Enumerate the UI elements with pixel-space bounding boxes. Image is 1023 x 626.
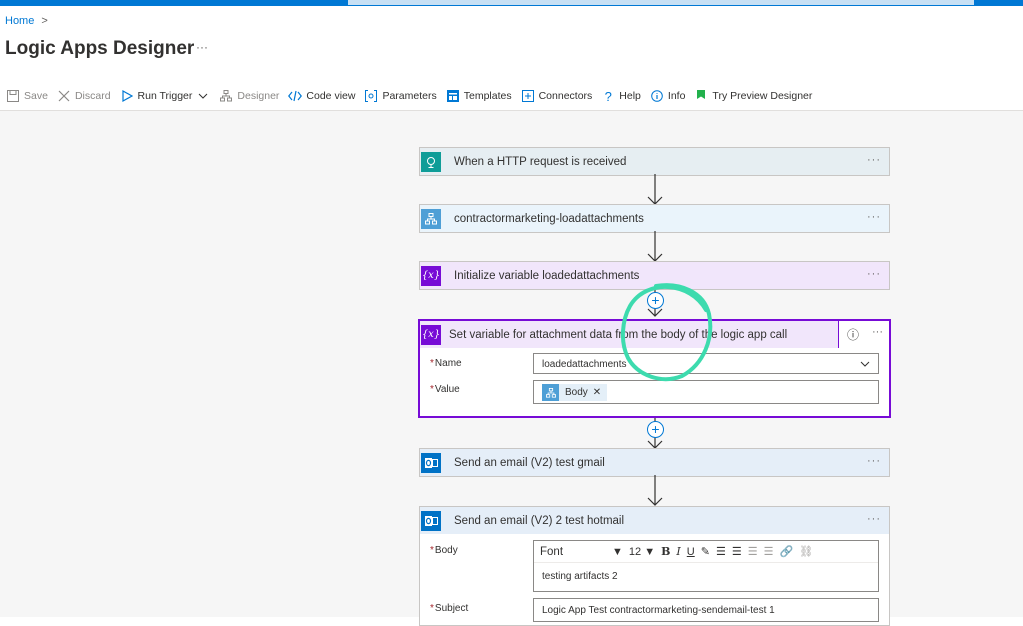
body-editor[interactable]: Font ▼ 12 ▼ B I U ✎ ☰ ☰ ☰ ☰ 🔗 ⛓ testing … [533,540,879,592]
connector-arrow [647,174,663,205]
discard-icon [57,89,71,103]
unlink-icon[interactable]: ⛓ [799,545,813,558]
discard-label: Discard [74,90,111,102]
name-field-label: *Name [430,358,462,369]
bullet-list-icon[interactable]: ☰ [716,545,726,558]
step-workflow[interactable]: contractormarketing-loadattachments ··· [419,204,890,233]
parameters-label: Parameters [382,90,437,102]
step-more-button[interactable]: ··· [872,326,883,338]
breadcrumb-separator: > [41,15,48,27]
help-button[interactable]: ? Help [601,88,641,104]
parameters-button[interactable]: Parameters [364,89,437,103]
save-icon [6,89,20,103]
more-options-button[interactable]: ··· [196,40,208,54]
step-more-button[interactable]: ··· [867,513,881,525]
underline-icon[interactable]: U [687,546,695,558]
workflow-icon [542,384,559,401]
bold-icon[interactable]: B [661,545,670,558]
connectors-label: Connectors [538,90,593,102]
variable-icon: {x} [421,265,441,286]
font-size-select[interactable]: 12 ▼ [629,546,655,558]
subject-field-label: *Subject [430,603,469,614]
outlook-icon [421,452,441,473]
step-title: Initialize variable loadedattachments [454,269,640,282]
try-preview-designer-button[interactable]: Try Preview Designer [694,89,812,103]
italic-icon[interactable]: I [676,545,680,558]
numbered-list-icon[interactable]: ☰ [732,545,742,558]
help-icon: ? [604,88,612,104]
chevron-down-icon [860,361,870,367]
subject-input[interactable]: Logic App Test contractormarketing-sende… [533,598,879,622]
info-button[interactable]: Info [650,89,686,103]
play-icon [120,89,134,103]
outlook-icon [421,510,441,531]
rich-text-toolbar: Font ▼ 12 ▼ B I U ✎ ☰ ☰ ☰ ☰ 🔗 ⛓ [534,541,878,563]
templates-icon [446,89,460,103]
designer-toolbar: Save Discard Run Trigger Designer Code v… [6,87,821,105]
connectors-icon [521,89,535,103]
step-title: Send an email (V2) 2 test hotmail [454,514,625,527]
breadcrumb-home-link[interactable]: Home [5,15,34,27]
step-more-button[interactable]: ··· [867,455,881,467]
code-view-button[interactable]: Code view [288,89,355,103]
page-title: Logic Apps Designer [5,38,195,59]
step-title: When a HTTP request is received [454,155,627,168]
discard-button[interactable]: Discard [57,89,111,103]
portal-search-bar[interactable] [348,0,974,5]
info-icon[interactable]: ⓘ [847,326,859,343]
step-http-trigger[interactable]: When a HTTP request is received ··· [419,147,890,176]
name-value: loadedattachments [542,359,627,370]
value-field-label: *Value [430,384,460,395]
try-preview-label: Try Preview Designer [712,90,813,102]
run-trigger-label: Run Trigger [137,90,193,102]
add-step-button[interactable]: + [647,421,664,438]
step-more-button[interactable]: ··· [867,211,881,223]
body-token[interactable]: Body ✕ [542,384,608,401]
code-icon [288,89,303,103]
save-label: Save [24,90,48,102]
breadcrumb: Home > [5,15,48,27]
highlight-annotation [621,283,713,382]
connectors-button[interactable]: Connectors [521,89,593,103]
connector-arrow [647,475,663,506]
highlight-icon[interactable]: ✎ [701,545,710,558]
help-label: Help [619,90,641,102]
info-icon [650,89,664,103]
workflow-icon [421,208,441,229]
designer-label: Designer [237,90,280,102]
step-title: contractormarketing-loadattachments [454,212,644,225]
chevron-down-icon [196,89,210,103]
connector-arrow [647,231,663,262]
font-dropdown-icon[interactable]: ▼ [612,546,623,558]
step-more-button[interactable]: ··· [867,268,881,280]
info-label: Info [667,90,686,102]
outdent-icon[interactable]: ☰ [748,545,758,558]
link-icon[interactable]: 🔗 [779,545,793,558]
run-trigger-button[interactable]: Run Trigger [120,89,211,103]
subject-value: Logic App Test contractormarketing-sende… [542,605,775,616]
body-text: testing artifacts 2 [542,571,618,582]
font-select[interactable]: Font [540,546,612,558]
step-title: Send an email (V2) test gmail [454,456,605,469]
save-button[interactable]: Save [6,89,48,103]
flag-icon [694,89,708,103]
body-field-label: *Body [430,545,458,556]
code-view-label: Code view [306,90,356,102]
remove-token-icon[interactable]: ✕ [593,387,601,398]
http-trigger-icon [421,151,441,172]
templates-button[interactable]: Templates [446,89,512,103]
step-title: Set variable for attachment data from th… [449,328,788,341]
step-send-email-gmail[interactable]: Send an email (V2) test gmail ··· [419,448,890,477]
templates-label: Templates [463,90,512,102]
indent-icon[interactable]: ☰ [764,545,774,558]
parameters-icon [364,89,378,103]
designer-button[interactable]: Designer [219,89,279,103]
designer-icon [219,89,233,103]
step-more-button[interactable]: ··· [867,154,881,166]
variable-icon: {x} [421,324,441,345]
token-label: Body [565,387,588,398]
